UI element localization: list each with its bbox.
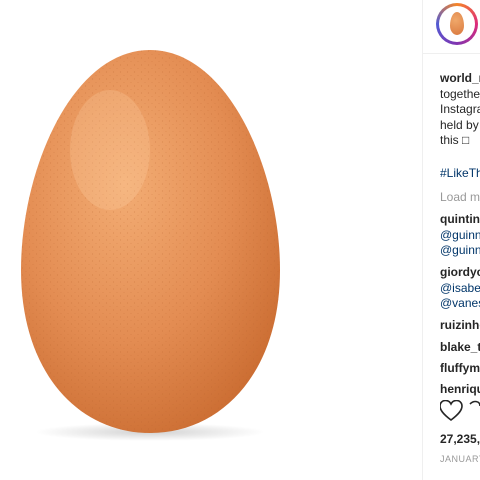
comment-item: fluffym	[440, 361, 480, 377]
avatar-egg-icon	[450, 12, 464, 35]
comment-item: quintin @guinn @guinn	[440, 212, 480, 259]
comment-username[interactable]: fluffym	[440, 361, 480, 377]
load-more-comments[interactable]: Load m	[440, 190, 480, 204]
comment-icon	[469, 400, 480, 407]
comment-mention[interactable]: @guinn	[440, 228, 480, 244]
avatar-ring-inner	[439, 6, 475, 42]
comment-mention[interactable]: @isabe	[440, 281, 480, 297]
comment-mention[interactable]: @vanes	[440, 296, 480, 312]
action-icons	[439, 399, 480, 422]
post-sidebar: world_r togethe Instagra held by this □ …	[423, 0, 480, 480]
likes-count[interactable]: 27,235,	[440, 432, 480, 446]
comment-username[interactable]: blake_t	[440, 340, 480, 356]
caption-line: Instagra	[440, 102, 480, 116]
header-divider	[423, 53, 480, 54]
hashtag-link[interactable]: #LikeTh	[440, 166, 480, 180]
post-caption: world_r togethe Instagra held by this □	[440, 71, 480, 149]
caption-line: this □	[440, 133, 470, 147]
egg-texture	[21, 50, 280, 433]
egg-highlight	[70, 90, 150, 210]
egg-image	[21, 50, 280, 441]
comment-item: henriqu	[440, 382, 480, 398]
post-date: JANUARY	[440, 454, 480, 464]
caption-line: held by	[440, 117, 479, 132]
comment-username[interactable]: quintin	[440, 212, 480, 228]
comment-item: giordyc @isabe @vanes	[440, 265, 480, 312]
post-actions	[439, 399, 480, 429]
comment-username[interactable]: henriqu	[440, 382, 480, 398]
comment-mention[interactable]: @guinn	[440, 243, 480, 259]
profile-avatar[interactable]	[436, 3, 478, 45]
comment-username[interactable]: ruizinhc	[440, 318, 480, 334]
post-photo[interactable]	[0, 0, 422, 480]
heart-icon	[439, 399, 463, 422]
comment-item: ruizinhc	[440, 318, 480, 334]
comment-username[interactable]: giordyc	[440, 265, 480, 281]
comment-item: blake_t	[440, 340, 480, 356]
caption-line: togethe	[440, 86, 480, 101]
caption-username[interactable]: world_r	[440, 71, 480, 87]
